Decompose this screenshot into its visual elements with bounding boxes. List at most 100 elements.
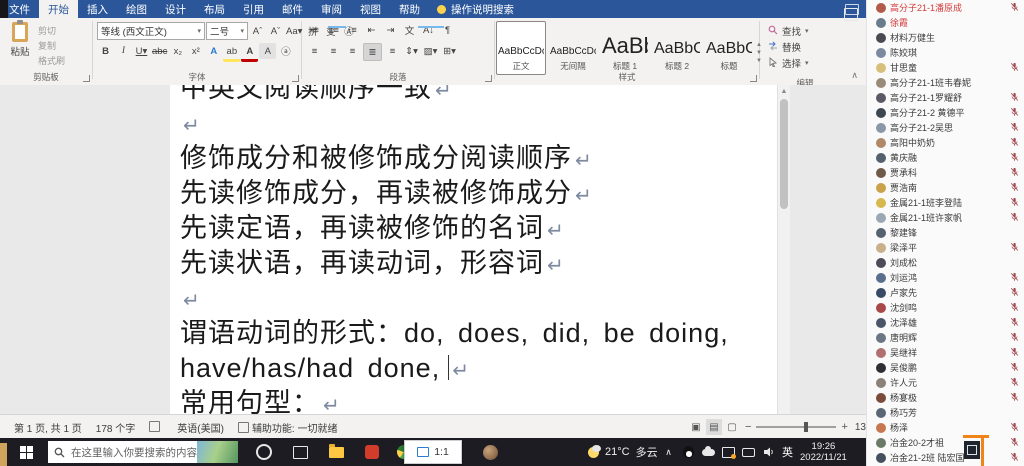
- notification-icon[interactable]: [964, 441, 980, 459]
- participant-row[interactable]: 梁泽平: [867, 240, 1024, 255]
- numbering-button[interactable]: 1≡: [325, 22, 342, 38]
- char-shading-button[interactable]: A: [259, 43, 276, 59]
- muted-mic-icon[interactable]: [1010, 59, 1019, 77]
- participant-row[interactable]: 卢家先: [867, 285, 1024, 300]
- increase-indent-button[interactable]: ⇥: [382, 22, 399, 38]
- replace-button[interactable]: 替换: [768, 40, 850, 54]
- italic-button[interactable]: I: [115, 43, 132, 59]
- device-tray-icon[interactable]: [742, 446, 755, 459]
- participant-row[interactable]: 沈泽雄: [867, 315, 1024, 330]
- scrollbar-thumb[interactable]: [780, 99, 788, 209]
- muted-mic-icon[interactable]: [1010, 209, 1019, 227]
- zoom-in-button[interactable]: +: [841, 421, 847, 433]
- style-标题[interactable]: AaBbC标题: [704, 21, 754, 75]
- taskbar-weather[interactable]: 21°C 多云: [588, 438, 658, 466]
- participant-row[interactable]: 金属21-1班李登陆: [867, 195, 1024, 210]
- shrink-font-button[interactable]: Aˇ: [267, 23, 284, 39]
- tab-布局[interactable]: 布局: [195, 0, 234, 18]
- participant-row[interactable]: 徐霞: [867, 15, 1024, 30]
- multilevel-list-button[interactable]: ⁝≡: [344, 22, 361, 38]
- app-red-button[interactable]: [360, 440, 384, 464]
- muted-mic-icon[interactable]: [1010, 449, 1019, 466]
- participant-row[interactable]: 甘思童: [867, 60, 1024, 75]
- format-painter-button[interactable]: 格式刷: [38, 54, 65, 67]
- strikethrough-button[interactable]: abc: [151, 43, 168, 59]
- justify-button[interactable]: ≣: [363, 43, 382, 61]
- document-page[interactable]: 中英文阅读顺序一致↵↵修饰成分和被修饰成分阅读顺序↵先读修饰成分，再读被修饰成分…: [170, 85, 777, 414]
- enclose-chars-button[interactable]: ⓐ: [277, 43, 294, 59]
- tab-绘图[interactable]: 绘图: [117, 0, 156, 18]
- zoom-out-button[interactable]: −: [745, 421, 751, 433]
- tab-帮助[interactable]: 帮助: [390, 0, 429, 18]
- grow-font-button[interactable]: Aˆ: [249, 23, 266, 39]
- page-indicator[interactable]: 第 1 页, 共 1 页: [14, 420, 82, 435]
- participant-row[interactable]: 贾承科: [867, 165, 1024, 180]
- show-marks-button[interactable]: ¶: [439, 22, 456, 38]
- participant-row[interactable]: 杨宴极: [867, 390, 1024, 405]
- font-name-combo[interactable]: 等线 (西文正文)▾: [97, 22, 205, 40]
- line-spacing-button[interactable]: ⇕▾: [403, 43, 420, 59]
- web-layout-button[interactable]: ▢: [724, 419, 740, 435]
- decrease-indent-button[interactable]: ⇤: [363, 22, 380, 38]
- participant-row[interactable]: 高阳中奶奶: [867, 135, 1024, 150]
- align-center-button[interactable]: ≡: [325, 43, 342, 59]
- subscript-button[interactable]: x₂: [169, 43, 186, 59]
- paste-button[interactable]: 粘贴: [5, 22, 35, 70]
- cut-button[interactable]: 剪切: [38, 24, 56, 37]
- zoom-slider[interactable]: [756, 426, 836, 428]
- shading-button[interactable]: ▨▾: [422, 43, 439, 59]
- ime-indicator[interactable]: 英: [782, 444, 793, 460]
- zoom-slider-thumb[interactable]: [804, 422, 808, 432]
- tab-审阅[interactable]: 审阅: [312, 0, 351, 18]
- change-case-button[interactable]: Aa▾: [285, 23, 303, 39]
- tab-引用[interactable]: 引用: [234, 0, 273, 18]
- align-left-button[interactable]: ≡: [306, 43, 323, 59]
- show-hidden-icons[interactable]: ∧: [662, 446, 675, 459]
- news-interest-thumbnail[interactable]: [197, 441, 238, 463]
- participant-row[interactable]: 唐明辉: [867, 330, 1024, 345]
- scroll-up-icon[interactable]: ▲: [778, 85, 790, 98]
- participant-row[interactable]: 刘运鸿: [867, 270, 1024, 285]
- vertical-scrollbar[interactable]: ▲: [777, 85, 790, 414]
- tab-视图[interactable]: 视图: [351, 0, 390, 18]
- participant-row[interactable]: 杨巧芳: [867, 405, 1024, 420]
- participant-row[interactable]: 沈剑鸣: [867, 300, 1024, 315]
- underline-button[interactable]: U▾: [133, 43, 150, 59]
- participant-row[interactable]: 高分子21-1班韦春妮: [867, 75, 1024, 90]
- align-right-button[interactable]: ≡: [344, 43, 361, 59]
- muted-mic-icon[interactable]: [1010, 239, 1019, 257]
- participant-row[interactable]: 黄庆融: [867, 150, 1024, 165]
- participant-row[interactable]: 高分子21-1潘原成: [867, 0, 1024, 15]
- participant-row[interactable]: 高分子21-2吴思: [867, 120, 1024, 135]
- language-indicator[interactable]: 英语(美国): [177, 420, 224, 435]
- participant-row[interactable]: 贾浩南: [867, 180, 1024, 195]
- tab-插入[interactable]: 插入: [78, 0, 117, 18]
- style-标题 1[interactable]: AaBb标题 1: [600, 21, 650, 75]
- collapse-ribbon-icon[interactable]: ∧: [851, 70, 858, 81]
- word-count[interactable]: 178 个字: [96, 420, 135, 435]
- font-size-combo[interactable]: 二号▾: [206, 22, 248, 40]
- participant-row[interactable]: 吴继祥: [867, 345, 1024, 360]
- text-effects-button[interactable]: A: [205, 43, 222, 59]
- qq-tray-icon[interactable]: [682, 446, 695, 459]
- tab-邮件[interactable]: 邮件: [273, 0, 312, 18]
- speaker-icon[interactable]: [762, 446, 775, 459]
- select-button[interactable]: 选择▾: [768, 56, 850, 70]
- accessibility-status[interactable]: 辅助功能: 一切就绪: [238, 420, 338, 435]
- task-view-button[interactable]: [288, 440, 312, 464]
- participant-row[interactable]: 金属21-1班许家帆: [867, 210, 1024, 225]
- participant-row[interactable]: 许人元: [867, 375, 1024, 390]
- asian-layout-button[interactable]: 文: [401, 22, 418, 38]
- participant-row[interactable]: 高分子21-1罗耀舒: [867, 90, 1024, 105]
- copy-button[interactable]: 复制: [38, 39, 56, 52]
- cloud-tray-icon[interactable]: [702, 446, 715, 459]
- muted-mic-icon[interactable]: [1010, 0, 1019, 17]
- action-center-icon[interactable]: [844, 8, 858, 21]
- bullets-button[interactable]: •≡: [306, 22, 323, 38]
- taskbar-clock[interactable]: 19:26 2022/11/21: [800, 441, 847, 463]
- tab-设计[interactable]: 设计: [156, 0, 195, 18]
- cortana-button[interactable]: [252, 440, 276, 464]
- print-layout-button[interactable]: ▤: [706, 419, 722, 435]
- file-explorer-button[interactable]: [324, 440, 348, 464]
- participant-row[interactable]: 冶金20-2才祖: [867, 435, 1024, 450]
